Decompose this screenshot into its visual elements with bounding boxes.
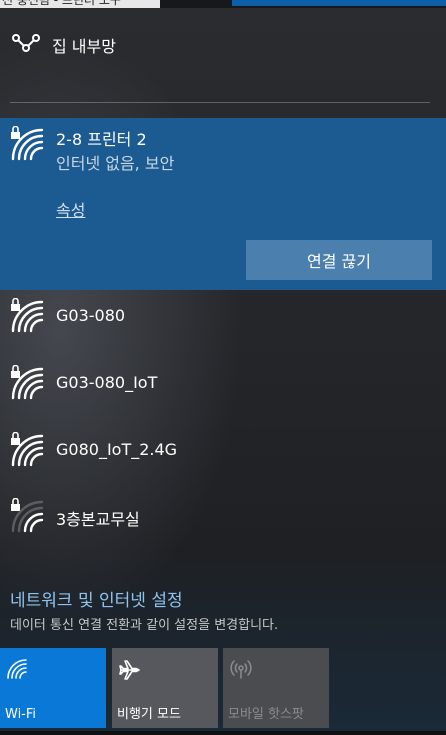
wifi-toggle-tile[interactable]: Wi-Fi	[0, 648, 106, 728]
network-item[interactable]: 3층본교무실	[0, 492, 446, 544]
network-name: G03-080_IoT	[56, 373, 158, 392]
network-name: 3층본교무실	[56, 510, 140, 529]
underlying-window-text: 선 충전됨 - 프린터 도구	[0, 0, 160, 8]
vpn-dial-icon	[10, 31, 42, 59]
home-network-label: 집 내부망	[52, 37, 116, 56]
disconnect-button[interactable]: 연결 끊기	[246, 240, 432, 280]
network-item-active[interactable]: 2-8 프린터 2 인터넷 없음, 보안 속성 연결 끊기	[0, 118, 446, 290]
wifi-secured-icon	[9, 125, 45, 166]
divider	[10, 102, 430, 103]
network-name: 2-8 프린터 2	[56, 130, 147, 149]
network-item[interactable]: G080_IoT_2.4G	[0, 426, 446, 478]
properties-link[interactable]: 속성	[56, 197, 85, 221]
hotspot-tile-label: 모바일 핫스팟	[228, 707, 304, 722]
wifi-secured-icon	[9, 431, 45, 472]
network-settings-description: 데이터 통신 연결 전환과 같이 설정을 변경합니다.	[10, 618, 279, 633]
mobile-hotspot-tile: 모바일 핫스팟	[223, 648, 329, 728]
network-status: 인터넷 없음, 보안	[56, 154, 175, 173]
wifi-tile-label: Wi-Fi	[5, 707, 37, 722]
network-name: G03-080	[56, 306, 126, 325]
network-item[interactable]: G03-080	[0, 292, 446, 344]
wifi-secured-icon	[9, 297, 45, 338]
bottom-edge	[0, 731, 446, 735]
home-network[interactable]: 집 내부망	[10, 30, 116, 60]
hotspot-icon	[229, 658, 253, 686]
wifi-secured-icon	[9, 364, 45, 405]
wifi-secured-weak-icon	[9, 497, 45, 538]
airplane-icon	[118, 658, 142, 686]
airplane-mode-tile[interactable]: 비행기 모드	[112, 648, 218, 728]
top-edge: 선 충전됨 - 프린터 도구	[0, 0, 446, 8]
wifi-icon	[6, 658, 28, 684]
underlying-window-accent	[232, 0, 446, 6]
network-item[interactable]: G03-080_IoT	[0, 359, 446, 411]
airplane-tile-label: 비행기 모드	[117, 707, 181, 722]
network-settings-link[interactable]: 네트워크 및 인터넷 설정	[10, 586, 183, 611]
network-name: G080_IoT_2.4G	[56, 440, 178, 459]
